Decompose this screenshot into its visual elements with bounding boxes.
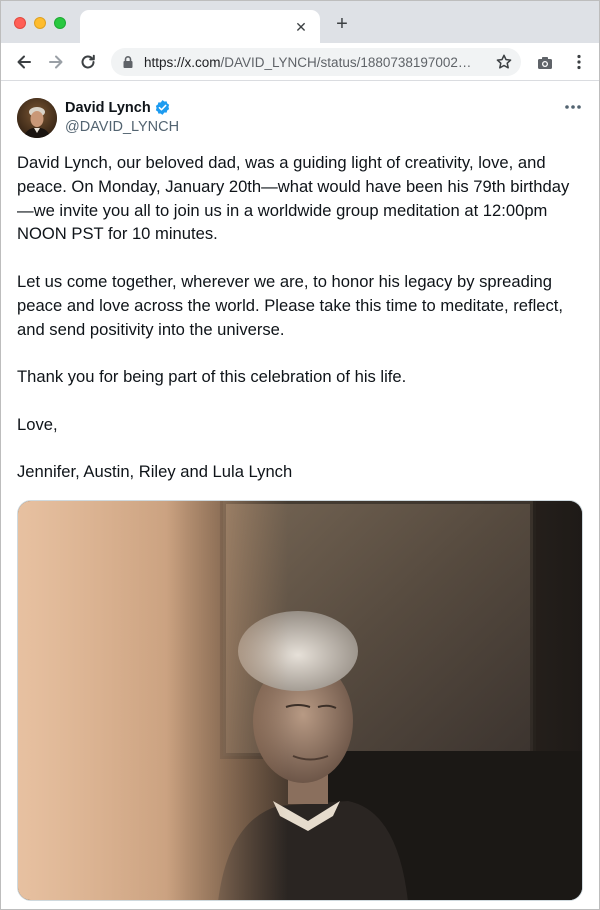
lock-icon[interactable] bbox=[121, 55, 135, 69]
plus-icon[interactable]: + bbox=[331, 14, 353, 36]
reload-icon[interactable] bbox=[77, 51, 99, 73]
author-name[interactable]: David Lynch bbox=[65, 100, 151, 116]
tweet-text: David Lynch, our beloved dad, was a guid… bbox=[17, 151, 585, 508]
author-handle[interactable]: @DAVID_LYNCH bbox=[65, 119, 179, 135]
url-text[interactable]: https://x.com/DAVID_LYNCH/status/1880738… bbox=[144, 55, 484, 70]
url-host: https://x.com bbox=[144, 55, 221, 70]
avatar[interactable] bbox=[17, 98, 57, 138]
photo-image bbox=[18, 501, 582, 900]
tweet-photo[interactable] bbox=[17, 500, 583, 901]
tweet-paragraph: Jennifer, Austin, Riley and Lula Lynch bbox=[17, 462, 293, 482]
camera-icon[interactable] bbox=[536, 54, 554, 72]
kebab-icon[interactable] bbox=[570, 53, 588, 71]
tab-strip: ✕ + bbox=[1, 1, 599, 44]
tweet-paragraph: Love, bbox=[17, 414, 58, 434]
back-icon[interactable] bbox=[13, 51, 35, 73]
tweet-paragraph: David Lynch, our beloved dad, was a guid… bbox=[17, 153, 570, 244]
author-block: David Lynch @DAVID_LYNCH bbox=[65, 98, 179, 136]
browser-window: ✕ + https://x.com/DAVID_LYNCH/status/188… bbox=[0, 0, 600, 910]
active-tab[interactable]: ✕ bbox=[80, 10, 320, 44]
tweet: David Lynch @DAVID_LYNCH David Lynch, ou… bbox=[1, 82, 599, 909]
forward-icon[interactable] bbox=[45, 51, 67, 73]
url-path: /DAVID_LYNCH/status/1880738197002… bbox=[220, 55, 472, 70]
more-options-icon[interactable] bbox=[563, 100, 583, 114]
minimize-window-button[interactable] bbox=[34, 17, 46, 29]
verified-badge-icon[interactable] bbox=[154, 99, 171, 116]
maximize-window-button[interactable] bbox=[54, 17, 66, 29]
address-bar[interactable]: https://x.com/DAVID_LYNCH/status/1880738… bbox=[111, 48, 521, 76]
tweet-paragraph: Thank you for being part of this celebra… bbox=[17, 367, 407, 387]
close-window-button[interactable] bbox=[14, 17, 26, 29]
star-icon[interactable] bbox=[495, 53, 513, 71]
browser-toolbar: https://x.com/DAVID_LYNCH/status/1880738… bbox=[1, 43, 599, 81]
close-icon[interactable]: ✕ bbox=[292, 18, 310, 36]
tweet-paragraph: Let us come together, wherever we are, t… bbox=[17, 271, 564, 339]
